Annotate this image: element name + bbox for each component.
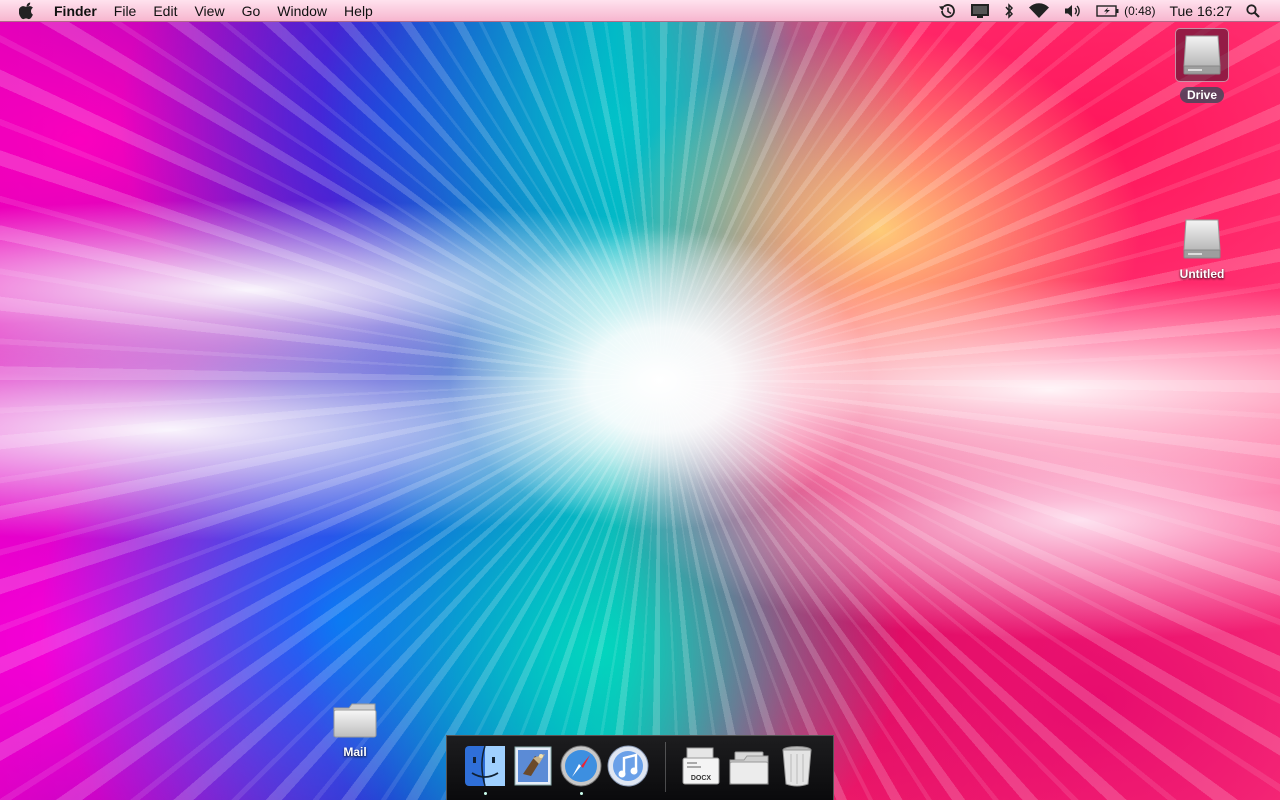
- display-icon[interactable]: [970, 3, 990, 19]
- time-machine-icon[interactable]: [938, 3, 956, 19]
- menu-bar: Finder File Edit View Go Window Help (0:…: [0, 0, 1280, 22]
- menu-file[interactable]: File: [114, 3, 137, 19]
- trash-icon[interactable]: [777, 744, 817, 793]
- spotlight-icon[interactable]: [1246, 4, 1260, 18]
- volume-icon[interactable]: [1064, 3, 1082, 19]
- menu-view[interactable]: View: [194, 3, 224, 19]
- mail-folder-label: Mail: [343, 745, 367, 759]
- safari-running-indicator: [580, 792, 583, 795]
- desktop-mail-folder[interactable]: Mail: [320, 700, 390, 759]
- wifi-icon[interactable]: [1028, 3, 1050, 19]
- hard-drive-icon: [1183, 219, 1221, 259]
- menu-extras: (0:48) Tue 16:27: [924, 0, 1280, 22]
- untitled-label: Untitled: [1179, 267, 1225, 281]
- safari-icon[interactable]: [559, 744, 603, 793]
- menu-go[interactable]: Go: [242, 3, 261, 19]
- folder-stack-icon[interactable]: [727, 744, 771, 793]
- apple-menu-icon[interactable]: [19, 2, 37, 20]
- hard-drive-icon: [1183, 35, 1221, 75]
- menu-help[interactable]: Help: [344, 3, 373, 19]
- desktop-untitled[interactable]: Untitled: [1165, 216, 1239, 281]
- bluetooth-icon[interactable]: [1004, 3, 1014, 19]
- finder-running-indicator: [484, 792, 487, 795]
- folder-icon: [333, 703, 377, 738]
- menu-app-name[interactable]: Finder: [54, 3, 97, 19]
- dock-separator: [665, 742, 666, 792]
- dock: DOCX: [446, 735, 834, 800]
- wallpaper-rays: [0, 0, 1280, 800]
- battery-icon[interactable]: (0:48): [1096, 3, 1155, 19]
- menu-clock[interactable]: Tue 16:27: [1169, 3, 1232, 19]
- menu-edit[interactable]: Edit: [153, 3, 177, 19]
- menu-window[interactable]: Window: [277, 3, 327, 19]
- battery-time: (0:48): [1124, 4, 1156, 18]
- itunes-icon[interactable]: [605, 744, 651, 793]
- mail-app-icon[interactable]: [511, 744, 555, 793]
- desktop-drive[interactable]: Drive: [1165, 32, 1239, 104]
- docx-text: DOCX: [691, 775, 712, 782]
- docx-document-icon[interactable]: DOCX: [679, 744, 723, 793]
- finder-icon[interactable]: [463, 744, 507, 793]
- drive-label: Drive: [1179, 87, 1225, 103]
